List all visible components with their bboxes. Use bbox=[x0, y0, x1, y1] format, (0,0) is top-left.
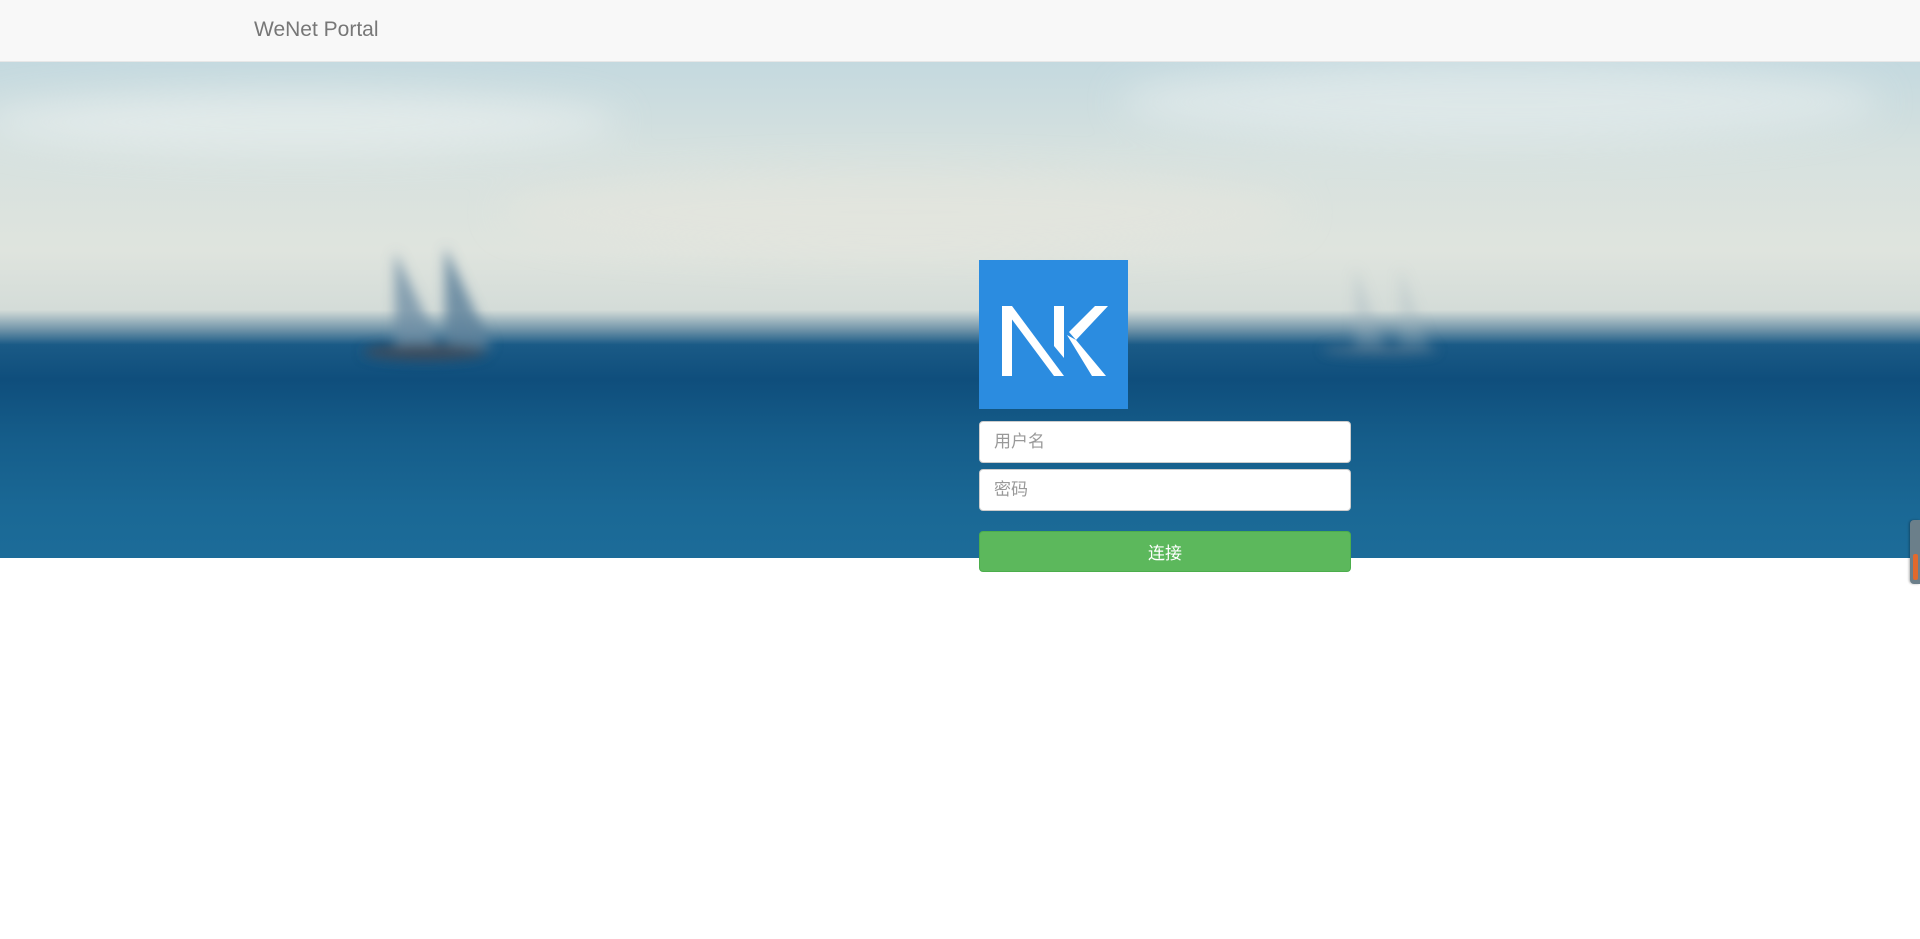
password-input[interactable] bbox=[979, 469, 1351, 511]
hero-background bbox=[0, 62, 1920, 558]
side-widget-indicator bbox=[1913, 554, 1918, 580]
sea-background-image bbox=[0, 62, 1880, 360]
nk-logo-icon bbox=[979, 260, 1128, 409]
side-scroll-widget[interactable] bbox=[1910, 520, 1920, 584]
username-input[interactable] bbox=[979, 421, 1351, 463]
brand-link[interactable]: WeNet Portal bbox=[254, 17, 379, 43]
connect-button[interactable]: 连接 bbox=[979, 531, 1351, 572]
navbar: WeNet Portal bbox=[0, 0, 1920, 62]
